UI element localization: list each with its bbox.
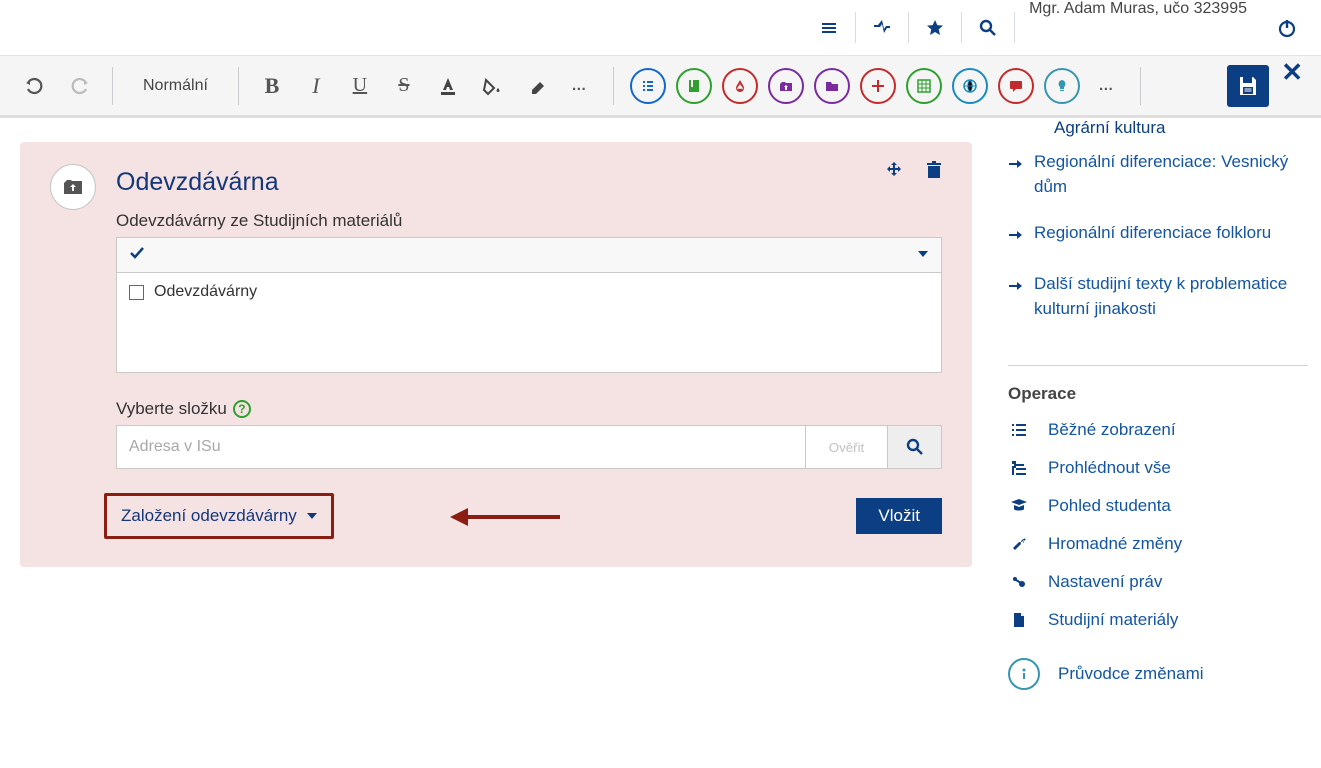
info-icon <box>1008 658 1040 690</box>
italic-button[interactable]: I <box>299 69 333 103</box>
style-dropdown[interactable]: Normální <box>129 77 222 95</box>
verify-button: Ověřit <box>806 425 888 469</box>
dropbox-list: Odevzdávárny <box>116 273 942 373</box>
strike-button[interactable]: S <box>387 69 421 103</box>
op-label: Pohled studenta <box>1048 496 1171 516</box>
op-permissions[interactable]: Nastavení práv <box>1008 572 1308 592</box>
arrow-right-icon <box>1008 225 1022 250</box>
caret-down-icon <box>917 247 929 264</box>
menu-icon[interactable] <box>817 20 841 36</box>
tree-icon <box>1008 459 1030 477</box>
dropbox-icon <box>50 164 96 210</box>
insert-comment-button[interactable] <box>998 68 1034 104</box>
op-label: Hromadné změny <box>1048 534 1182 554</box>
search-icon[interactable] <box>976 19 1000 37</box>
insert-pdf-button[interactable] <box>722 68 758 104</box>
move-icon[interactable] <box>886 160 908 186</box>
annotation-arrow <box>450 505 560 533</box>
sidebar: Agrární kultura Regionální diferenciace:… <box>1008 120 1308 690</box>
sidebar-link[interactable]: Regionální diferenciace: Vesnický dům <box>1008 150 1308 199</box>
save-button[interactable] <box>1227 65 1269 107</box>
dropbox-select[interactable] <box>116 237 942 273</box>
insert-plugin-button[interactable] <box>860 68 896 104</box>
list-icon <box>1008 421 1030 439</box>
undo-button[interactable] <box>18 69 52 103</box>
power-icon[interactable] <box>1275 18 1299 38</box>
dropbox-panel: Odevzdávárna Odevzdávárny ze Studijních … <box>20 142 972 567</box>
op-bulk-changes[interactable]: Hromadné změny <box>1008 534 1308 554</box>
address-search-button[interactable] <box>888 425 942 469</box>
sidebar-link[interactable]: Regionální diferenciace folkloru <box>1008 221 1308 250</box>
op-normal-view[interactable]: Běžné zobrazení <box>1008 420 1308 440</box>
eraser-button[interactable] <box>519 69 553 103</box>
help-icon[interactable]: ? <box>233 400 251 418</box>
key-icon <box>1008 573 1030 591</box>
text-color-button[interactable] <box>431 69 465 103</box>
more-formatting-button[interactable]: … <box>563 69 597 103</box>
sidebar-link-label: Další studijní texty k problematice kult… <box>1034 272 1308 321</box>
guide-link[interactable]: Průvodce změnami <box>1008 658 1308 690</box>
arrow-right-icon <box>1008 154 1022 179</box>
insert-table-button[interactable] <box>906 68 942 104</box>
topbar: Mgr. Adam Muras, učo 323995 <box>0 0 1321 56</box>
create-dropbox-dropdown[interactable]: Založení odevzdávárny <box>104 493 334 539</box>
sidebar-link-cut[interactable]: Agrární kultura <box>1054 118 1308 138</box>
op-student-view[interactable]: Pohled studenta <box>1008 496 1308 516</box>
trash-icon[interactable] <box>924 160 944 186</box>
dropbox-checkbox-item[interactable]: Odevzdávárny <box>129 283 929 301</box>
insert-upload-button[interactable] <box>768 68 804 104</box>
wrench-icon <box>1008 535 1030 553</box>
arrow-right-icon <box>1008 276 1022 301</box>
op-materials[interactable]: Studijní materiály <box>1008 610 1308 630</box>
create-dropbox-label: Založení odevzdávárny <box>121 506 297 526</box>
insert-idea-button[interactable] <box>1044 68 1080 104</box>
caret-down-icon <box>307 513 317 519</box>
insert-button[interactable]: Vložit <box>856 498 942 534</box>
op-label: Prohlédnout vše <box>1048 458 1171 478</box>
fill-color-button[interactable] <box>475 69 509 103</box>
insert-folder-button[interactable] <box>814 68 850 104</box>
address-input[interactable] <box>116 425 806 469</box>
check-icon <box>129 245 145 265</box>
op-label: Nastavení práv <box>1048 572 1162 592</box>
guide-label: Průvodce změnami <box>1058 664 1204 684</box>
close-icon[interactable]: ✕ <box>1281 57 1303 88</box>
insert-list-button[interactable] <box>630 68 666 104</box>
op-label: Studijní materiály <box>1048 610 1178 630</box>
op-view-all[interactable]: Prohlédnout vše <box>1008 458 1308 478</box>
op-label: Běžné zobrazení <box>1048 420 1176 440</box>
editor-toolbar: Normální B I U S … … <box>0 56 1321 118</box>
sidebar-link-label: Regionální diferenciace folkloru <box>1034 221 1271 246</box>
sidebar-link[interactable]: Další studijní texty k problematice kult… <box>1008 272 1308 321</box>
insert-link-button[interactable] <box>952 68 988 104</box>
dropbox-item-label: Odevzdávárny <box>154 283 257 301</box>
student-icon <box>1008 497 1030 515</box>
operations-heading: Operace <box>1008 384 1308 404</box>
star-icon[interactable] <box>923 19 947 37</box>
insert-book-button[interactable] <box>676 68 712 104</box>
sidebar-link-label: Regionální diferenciace: Vesnický dům <box>1034 150 1308 199</box>
folder-label: Vyberte složku <box>116 399 227 419</box>
checkbox-icon[interactable] <box>129 285 144 300</box>
bold-button[interactable]: B <box>255 69 289 103</box>
file-icon <box>1008 611 1030 629</box>
user-name: Mgr. Adam Muras, učo 323995 <box>1015 0 1261 55</box>
pulse-icon[interactable] <box>870 19 894 37</box>
underline-button[interactable]: U <box>343 69 377 103</box>
panel-title: Odevzdávárna <box>116 168 942 197</box>
divider <box>1008 365 1308 366</box>
more-insert-button[interactable]: … <box>1090 69 1124 103</box>
list-label: Odevzdávárny ze Studijních materiálů <box>116 211 942 231</box>
redo-button[interactable] <box>62 69 96 103</box>
